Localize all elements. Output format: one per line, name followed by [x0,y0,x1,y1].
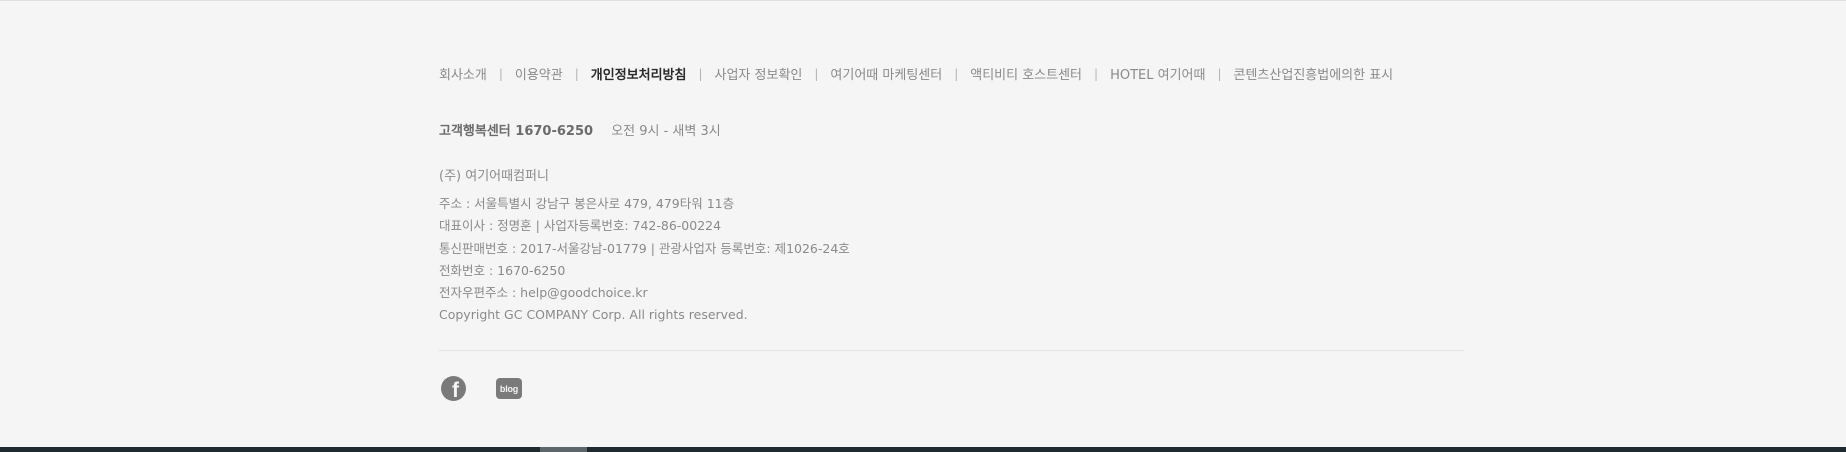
footer-link[interactable]: 액티비티 호스트센터 [970,64,1082,83]
registration-line: 통신판매번호 : 2017-서울강남-01779 | 관광사업자 등록번호: 제… [439,240,850,256]
blog-label: blog [499,383,519,394]
link-separator: | [574,66,579,81]
footer-divider [439,350,1464,351]
blog-icon[interactable]: blog [496,378,522,399]
support-phone: 고객행복센터 1670-6250 [439,124,594,139]
link-separator: | [698,66,703,81]
phone-line: 전화번호 : 1670-6250 [439,262,566,278]
footer-link[interactable]: 여기어때 마케팅센터 [830,64,942,83]
footer-link[interactable]: 이용약관 [515,64,563,83]
link-separator: | [498,66,503,81]
link-separator: | [1217,66,1222,81]
facebook-icon[interactable]: f [441,376,466,401]
footer-link[interactable]: 회사소개 [439,64,487,83]
support-hours: 오전 9시 - 새벽 3시 [611,124,721,139]
footer-link[interactable]: HOTEL 여기어때 [1110,64,1205,83]
bottom-bar [0,447,1846,452]
social-links: f blog [441,376,522,401]
link-separator: | [814,66,819,81]
customer-support: 고객행복센터 1670-6250 오전 9시 - 새벽 3시 [439,120,721,139]
address-line: 주소 : 서울특별시 강남구 봉은사로 479, 479타워 11층 [439,196,735,211]
link-separator: | [1094,66,1099,81]
footer-link[interactable]: 사업자 정보확인 [715,64,803,83]
company-name: (주) 여기어때컴퍼니 [439,169,549,184]
bottom-bar-handle[interactable] [540,447,587,452]
footer-links: 회사소개 | 이용약관 | 개인정보처리방침 | 사업자 정보확인 | 여기어때 마케팅센터 | 액… [439,64,1394,84]
footer-link[interactable]: 콘텐츠산업진흥법에의한 표시 [1234,64,1394,83]
company-info: 주소 : 서울특별시 강남구 봉은사로 479, 479타워 11층 대표이사 … [439,193,850,327]
ceo-business-line: 대표이사 : 정명훈 | 사업자등록번호: 742-86-00224 [439,218,722,234]
link-separator: | [954,66,959,81]
top-border [0,0,1846,1]
email-line: 전자우편주소 : help@goodchoice.kr [439,285,648,301]
copyright-line: Copyright GC COMPANY Corp. All rights re… [439,307,748,323]
facebook-glyph: f [452,379,459,401]
footer-link[interactable]: 개인정보처리방침 [591,64,687,83]
